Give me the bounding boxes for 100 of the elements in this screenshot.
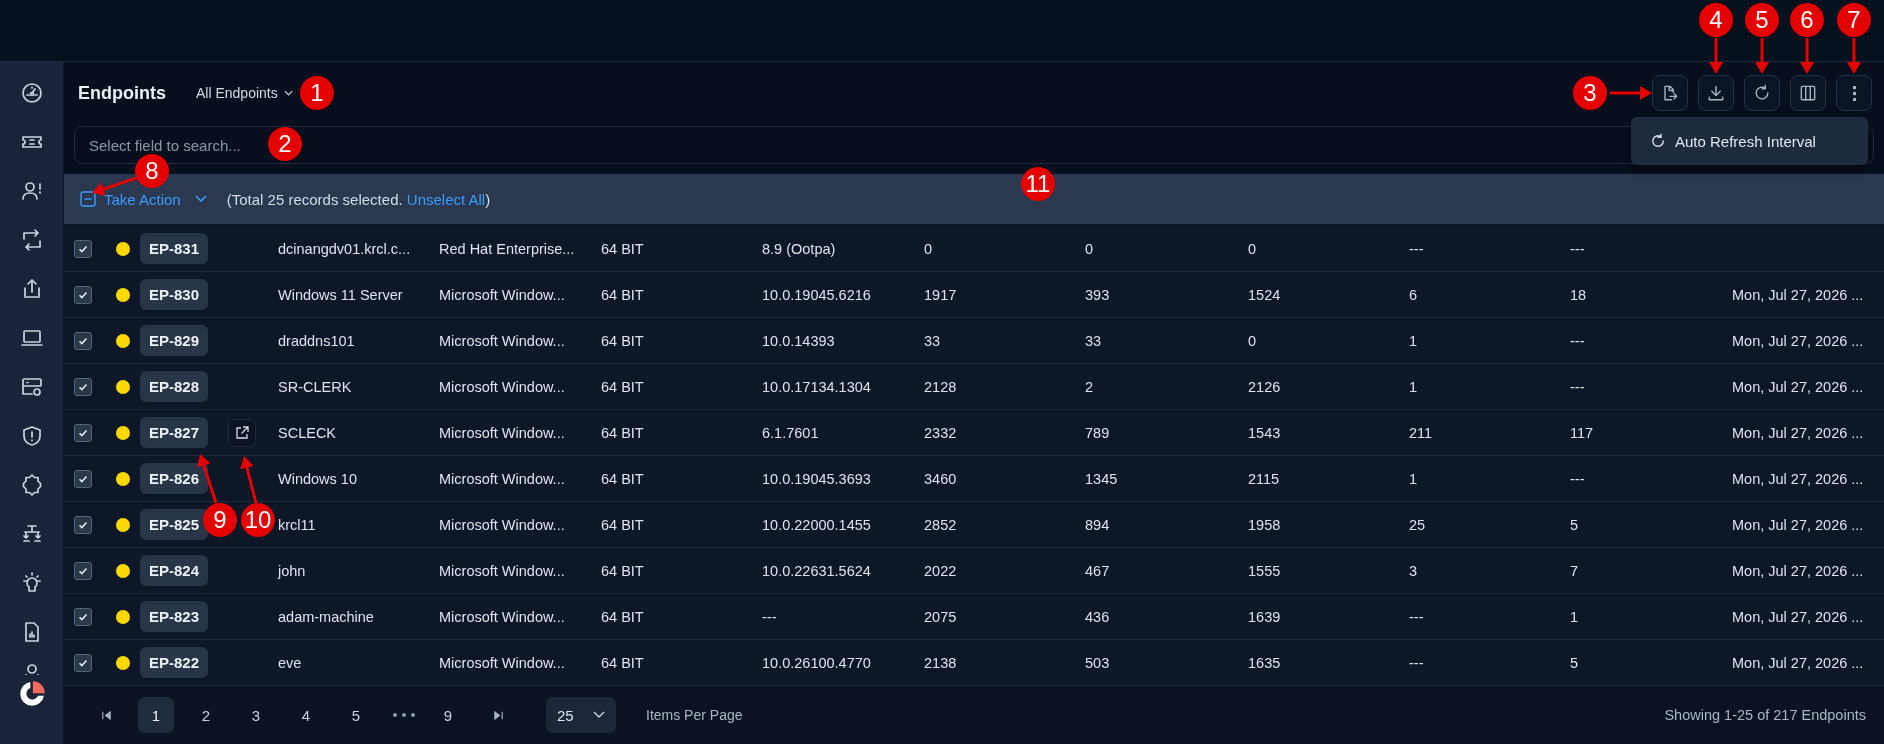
table-cell: 10.0.19045.6216 (762, 286, 871, 303)
endpoint-id[interactable]: EP-822 (140, 647, 209, 678)
table-row[interactable]: EP-824 john Microsoft Window... 64 BIT 10.0.22631.5624 2022 467 1555 3 7 Mon, Jul 27, 2026 ... (64, 548, 1884, 594)
row-checkbox[interactable] (74, 469, 92, 488)
table-cell: 467 (1085, 562, 1110, 579)
page-button[interactable]: 4 (288, 697, 324, 733)
page-size-select[interactable]: 25 (546, 697, 616, 733)
table-cell: 5 (1570, 654, 1579, 671)
status-dot (116, 241, 130, 256)
table-row[interactable]: EP-830 Windows 11 Server Microsoft Window... 64 BIT 10.0.19045.6216 1917 393 1524 6 18 Mon, Jul 27, 2026 ... (64, 272, 1884, 318)
table-cell: 64 BIT (601, 378, 644, 395)
endpoint-id[interactable]: EP-831 (140, 233, 209, 264)
table-cell: Windows 11 Server (278, 286, 403, 303)
status-dot (116, 471, 130, 486)
table-cell: 1 (1409, 470, 1418, 487)
table-cell: SCLECK (278, 424, 337, 441)
page-button[interactable]: 9 (430, 697, 466, 733)
annotation-arrow (1800, 38, 1814, 74)
more-button[interactable] (1836, 75, 1872, 111)
table-cell: adam-machine (278, 608, 374, 625)
table-cell: 2332 (924, 424, 957, 441)
open-link-button[interactable] (228, 418, 256, 447)
take-action-button[interactable]: Take Action (104, 190, 207, 208)
table-cell: Microsoft Window... (439, 470, 565, 487)
table-row[interactable]: EP-822 eve Microsoft Window... 64 BIT 10.0.26100.4770 2138 503 1635 --- 5 Mon, Jul 27, 2026 ... (64, 640, 1884, 686)
page-button[interactable]: 5 (338, 697, 374, 733)
table-cell: 1958 (1248, 516, 1281, 533)
export-button[interactable] (1652, 75, 1688, 111)
user-alert-icon[interactable] (19, 179, 44, 203)
row-checkbox[interactable] (74, 561, 92, 580)
table-cell: 1917 (924, 286, 957, 303)
table-cell: 33 (924, 332, 941, 349)
table-row[interactable]: EP-823 adam-machine Microsoft Window... 64 BIT --- 2075 436 1639 --- 1 Mon, Jul 27, 2026 ... (64, 594, 1884, 640)
table-cell: 393 (1085, 286, 1110, 303)
server-gear-icon[interactable] (19, 375, 44, 399)
table-cell: --- (1570, 378, 1585, 395)
table-cell: 503 (1085, 654, 1110, 671)
gauge-icon[interactable] (19, 81, 44, 105)
status-dot (116, 609, 130, 624)
refresh-button[interactable] (1744, 75, 1780, 111)
endpoint-id[interactable]: EP-827 (140, 417, 209, 448)
endpoint-id[interactable]: EP-828 (140, 371, 209, 402)
table-cell: 117 (1570, 424, 1594, 441)
endpoint-id[interactable]: EP-829 (140, 325, 209, 356)
endpoint-id[interactable]: EP-824 (140, 555, 209, 586)
table-cell: Microsoft Window... (439, 378, 565, 395)
table-cell: Mon, Jul 27, 2026 ... (1732, 424, 1864, 441)
row-checkbox[interactable] (74, 377, 92, 396)
table-cell: 10.0.22631.5624 (762, 562, 871, 579)
table-cell: 10.0.14393 (762, 332, 835, 349)
select-all-checkbox[interactable] (80, 191, 96, 207)
last-page-icon (492, 709, 504, 721)
table-row[interactable]: EP-827 SCLECK Microsoft Window... 64 BIT 6.1.7601 2332 789 1543 211 117 Mon, Jul 27, 2026 ... (64, 410, 1884, 456)
endpoint-id[interactable]: EP-830 (140, 279, 209, 310)
table-cell: 10.0.22000.1455 (762, 516, 871, 533)
table-cell: --- (1409, 240, 1424, 257)
endpoint-id[interactable]: EP-825 (140, 509, 209, 540)
external-link-icon (234, 424, 250, 441)
unselect-all-link[interactable]: Unselect All (406, 190, 486, 208)
page-title: Endpoints (78, 82, 166, 104)
table-row[interactable]: EP-829 draddns101 Microsoft Window... 64 BIT 10.0.14393 33 33 0 1 --- Mon, Jul 27, 2026 ... (64, 318, 1884, 364)
table-row[interactable]: EP-831 dcinangdv01.krcl.c... Red Hat Enterprise... 64 BIT 8.9 (Ootpa) 0 0 0 --- --- (64, 226, 1884, 272)
table-cell: 1 (1409, 332, 1418, 349)
table-cell: 0 (924, 240, 933, 257)
table-cell: 64 BIT (601, 332, 644, 349)
table-cell: 2022 (924, 562, 957, 579)
more-icon (1852, 85, 1856, 101)
table-cell: 2126 (1248, 378, 1281, 395)
page-button[interactable]: 2 (188, 697, 224, 733)
table-cell: Microsoft Window... (439, 424, 565, 441)
table-cell: Microsoft Window... (439, 332, 565, 349)
table-cell: Microsoft Window... (439, 562, 565, 579)
table-row[interactable]: EP-828 SR-CLERK Microsoft Window... 64 BIT 10.0.17134.1304 2128 2 2126 1 --- Mon, Jul 27, 2026 ... (64, 364, 1884, 410)
table-cell: eve (278, 654, 302, 671)
row-checkbox[interactable] (74, 607, 92, 626)
table-cell: 436 (1085, 608, 1110, 625)
menu-item[interactable]: Auto Refresh Interval (1631, 132, 1816, 150)
table-cell: 10.0.19045.3693 (762, 470, 871, 487)
table-cell: 789 (1085, 424, 1110, 441)
chevron-icon (593, 711, 605, 719)
table-row[interactable]: EP-826 Windows 10 Microsoft Window... 64 BIT 10.0.19045.3693 3460 1345 2115 1 --- Mon, Jul 27, 2026 ... (64, 456, 1884, 502)
page-button[interactable]: 3 (238, 697, 274, 733)
columns-button[interactable] (1790, 75, 1826, 111)
view-dropdown[interactable]: All Endpoints (196, 85, 293, 101)
row-checkbox[interactable] (74, 331, 92, 350)
page-button[interactable]: 1 (138, 697, 174, 733)
columns-icon (1798, 83, 1818, 103)
row-checkbox[interactable] (74, 239, 92, 258)
annotation-arrow (1847, 38, 1861, 74)
row-checkbox[interactable] (74, 285, 92, 304)
table-cell: SR-CLERK (278, 378, 352, 395)
table-cell: Mon, Jul 27, 2026 ... (1732, 470, 1864, 487)
download-button[interactable] (1698, 75, 1734, 111)
table-cell: 1524 (1248, 286, 1281, 303)
endpoint-id[interactable]: EP-826 (140, 463, 209, 494)
row-checkbox[interactable] (74, 653, 92, 672)
row-checkbox[interactable] (74, 423, 92, 442)
table-cell: 2852 (924, 516, 957, 533)
endpoint-id[interactable]: EP-823 (140, 601, 209, 632)
row-checkbox[interactable] (74, 515, 92, 534)
